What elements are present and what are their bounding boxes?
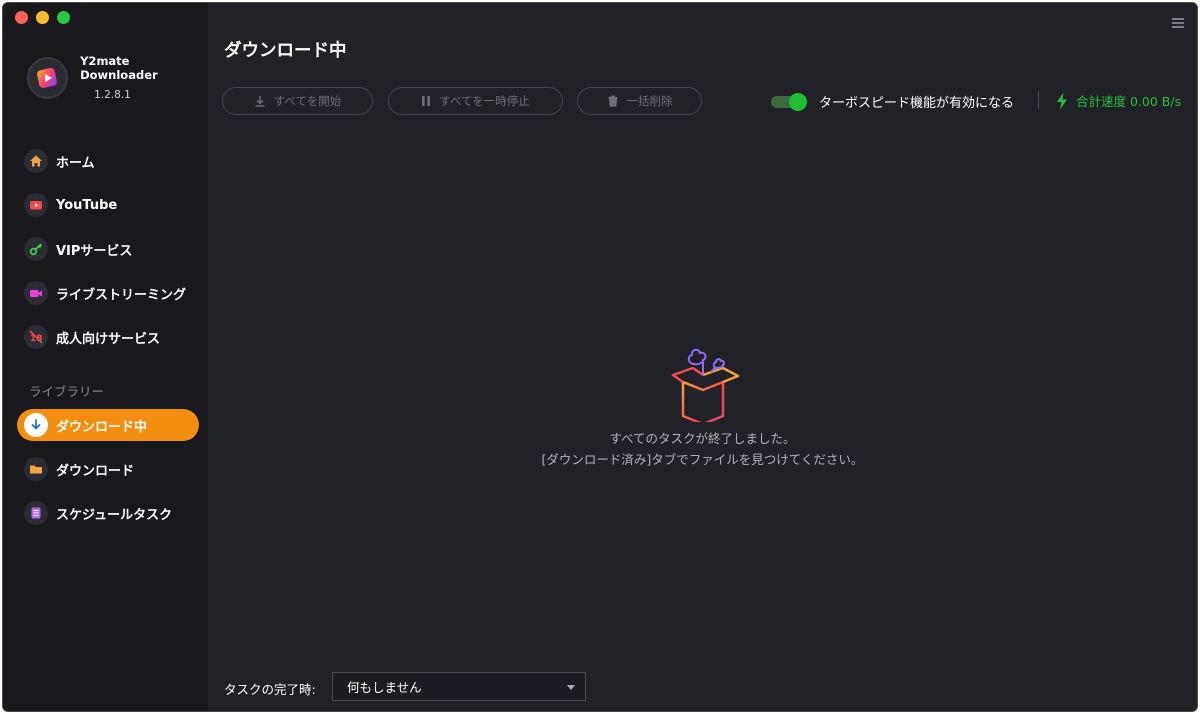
main-panel: ダウンロード中 すべてを開始 すべてを一時停止 一括削除 ターボスピード機能が有… (208, 3, 1197, 711)
divider (1038, 91, 1039, 109)
schedule-list-icon (24, 501, 48, 525)
turbo-label: ターボスピード機能が有効になる (819, 96, 1015, 111)
start-all-label: すべてを開始 (273, 94, 342, 108)
sidebar-item-vip[interactable]: VIPサービス (23, 233, 199, 265)
pause-all-label: すべてを一時停止 (439, 94, 530, 108)
sidebar-item-label: VIPサービス (56, 243, 133, 259)
library-section-label: ライブラリー (29, 384, 105, 399)
lightning-icon (1057, 92, 1067, 109)
sidebar-item-adult[interactable]: 18 成人向けサービス (23, 321, 199, 353)
sidebar-item-home[interactable]: ホーム (23, 145, 199, 177)
on-complete-label: タスクの完了時: (224, 682, 316, 697)
trash-icon (608, 95, 617, 107)
sidebar: Y2mate Downloader 1.2.8.1 ホーム YouTube VI… (3, 3, 208, 711)
video-camera-icon (24, 281, 48, 305)
sidebar-item-label: ライブストリーミング (56, 287, 187, 303)
total-speed: 合計速度 0.00 B/s (1056, 91, 1181, 110)
empty-message-line1: すべてのタスクが終了しました。 (609, 431, 796, 446)
sidebar-item-label: ダウンロード中 (56, 419, 148, 435)
sidebar-item-downloaded[interactable]: ダウンロード (23, 453, 199, 485)
sidebar-item-label: スケジュールタスク (56, 507, 173, 523)
window-controls (15, 11, 70, 24)
folder-icon (24, 457, 48, 481)
empty-message-line2: [ダウンロード済み]タブでファイルを見つけてください。 (541, 452, 864, 467)
home-icon (24, 149, 48, 173)
empty-box-icon (671, 348, 739, 426)
pause-all-button[interactable]: すべてを一時停止 (388, 87, 563, 115)
sidebar-item-live-streaming[interactable]: ライブストリーミング (23, 277, 199, 309)
delete-all-button[interactable]: 一括削除 (577, 87, 702, 115)
no-18-icon: 18 (24, 325, 48, 349)
zoom-window-button[interactable] (57, 11, 70, 24)
turbo-toggle-group: ターボスピード機能が有効になる (771, 92, 1014, 111)
youtube-icon (24, 193, 48, 217)
toggle-knob (789, 92, 807, 111)
start-all-button[interactable]: すべてを開始 (222, 87, 373, 115)
app-window: Y2mate Downloader 1.2.8.1 ホーム YouTube VI… (2, 2, 1198, 712)
minimize-window-button[interactable] (36, 11, 49, 24)
on-complete-value: 何もしません (347, 680, 422, 695)
on-complete-select[interactable]: 何もしません (332, 672, 586, 701)
turbo-toggle[interactable] (771, 92, 807, 111)
page-title: ダウンロード中 (224, 41, 347, 61)
key-icon (24, 237, 48, 261)
sidebar-item-youtube[interactable]: YouTube (23, 189, 199, 221)
app-logo-icon (27, 56, 69, 99)
download-arrow-icon (24, 413, 48, 437)
sidebar-item-label: ホーム (56, 155, 95, 171)
brand: Y2mate Downloader 1.2.8.1 (27, 54, 208, 101)
menu-icon[interactable] (1171, 14, 1185, 33)
pause-icon (422, 96, 431, 106)
sidebar-item-label: ダウンロード (56, 463, 135, 479)
empty-state: すべてのタスクが終了しました。 [ダウンロード済み]タブでファイルを見つけてくだ… (208, 342, 1197, 468)
app-name: Y2mate Downloader (80, 54, 158, 82)
sidebar-item-label: 成人向けサービス (56, 331, 161, 347)
sidebar-item-schedule[interactable]: スケジュールタスク (23, 497, 199, 529)
total-speed-label: 合計速度 0.00 B/s (1076, 94, 1182, 109)
download-icon (255, 96, 265, 107)
chevron-down-icon (567, 685, 575, 690)
sidebar-item-label: YouTube (56, 197, 118, 213)
app-version: 1.2.8.1 (94, 89, 131, 101)
close-window-button[interactable] (15, 11, 28, 24)
delete-all-label: 一括削除 (626, 94, 673, 108)
sidebar-item-downloading[interactable]: ダウンロード中 (17, 409, 199, 441)
